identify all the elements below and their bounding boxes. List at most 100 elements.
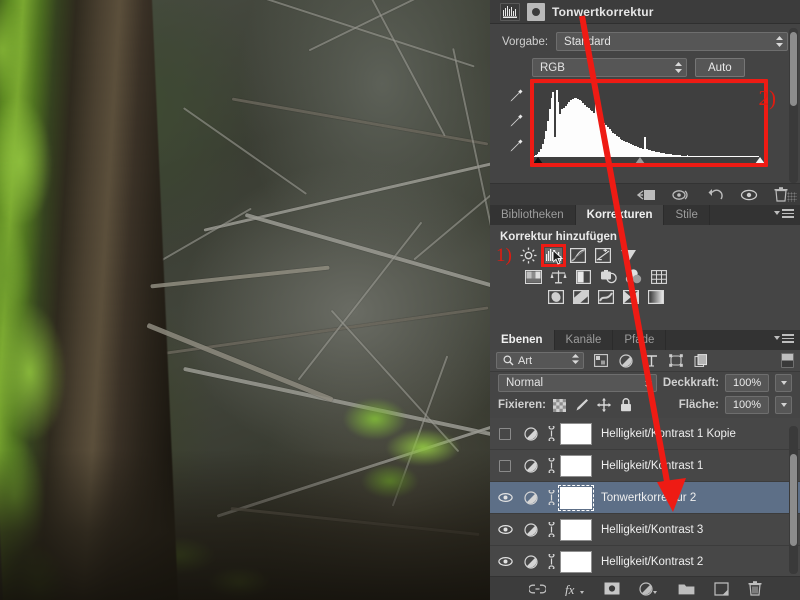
channel-mixer-icon[interactable] [624,268,643,285]
lock-row: Fixieren: Fläche: 100% [490,394,800,416]
brightness-contrast-icon[interactable] [519,247,538,264]
preview-previous-state-icon[interactable] [672,188,692,202]
layer-mask-thumbnail[interactable] [558,484,594,511]
auto-button[interactable]: Auto [695,58,745,77]
black-input-slider[interactable] [533,157,543,164]
black-point-eyedropper[interactable] [508,88,524,104]
layer-mask-link-icon[interactable] [542,426,560,441]
clip-to-layer-icon[interactable] [636,188,656,202]
posterize-icon[interactable] [571,288,590,305]
invert-icon[interactable] [546,288,565,305]
new-adjustment-layer-icon[interactable] [638,581,659,596]
tab-korrekturen[interactable]: Korrekturen [575,205,665,225]
layer-mask-thumbnail[interactable] [560,550,592,573]
adjustment-layer-thumbnail[interactable] [520,554,542,569]
threshold-icon[interactable] [596,288,615,305]
lock-transparent-pixels-icon[interactable] [552,397,568,413]
lock-image-pixels-icon[interactable] [574,397,590,413]
blend-mode-select[interactable]: Normal [498,374,657,392]
layer-row[interactable]: Helligkeit/Kontrast 1 Kopie [490,418,800,450]
gradient-map-icon[interactable] [646,288,665,305]
histogram-bars [533,90,765,158]
layer-visibility-eye-icon[interactable] [490,524,520,535]
stepper-caret-icon [572,354,579,367]
fill-label: Fläche: [678,399,719,411]
levels-histogram[interactable] [530,84,768,164]
lock-position-icon[interactable] [596,397,612,413]
hue-saturation-icon[interactable] [524,268,543,285]
layer-style-fx-icon[interactable]: fx [565,582,585,596]
type-layer-filter-icon[interactable] [643,353,659,368]
shape-layer-filter-icon[interactable] [668,353,684,368]
fill-dropdown-icon[interactable] [775,396,792,414]
lock-all-icon[interactable] [618,397,634,413]
document-canvas[interactable] [0,0,490,600]
white-input-slider[interactable] [755,157,765,164]
tab-pfade[interactable]: Pfade [613,330,667,350]
new-layer-icon[interactable] [713,581,729,596]
adjustment-layer-thumbnail[interactable] [520,426,542,441]
layer-mask-link-icon[interactable] [542,490,560,505]
layer-row[interactable]: Tonwertkorrektur 2 [490,482,800,514]
adjustment-layer-filter-icon[interactable] [618,353,634,368]
properties-scrollbar[interactable] [789,28,798,183]
gamma-input-slider[interactable] [635,157,646,164]
new-group-icon[interactable] [678,582,695,595]
layer-mask-link-icon[interactable] [542,458,560,473]
tab-bibliotheken[interactable]: Bibliotheken [490,205,576,225]
exposure-icon[interactable] [594,247,613,264]
smart-object-filter-icon[interactable] [693,353,709,368]
resize-grip[interactable] [787,192,797,202]
black-white-icon[interactable] [574,268,593,285]
fill-value[interactable]: 100% [725,396,769,414]
link-layers-icon[interactable] [528,583,546,595]
tab-ebenen[interactable]: Ebenen [490,330,555,350]
white-point-eyedropper[interactable] [508,138,524,154]
toggle-layer-visibility-icon[interactable] [740,188,758,202]
filter-enable-toggle[interactable] [781,353,794,368]
panel-menu-icon[interactable] [774,334,794,343]
input-levels-sliders[interactable] [533,157,765,164]
vibrance-icon[interactable] [619,247,638,264]
layer-mask-thumbnail[interactable] [560,518,592,541]
color-lookup-icon[interactable] [649,268,668,285]
color-balance-icon[interactable] [549,268,568,285]
reset-icon[interactable] [708,188,724,202]
opacity-dropdown-icon[interactable] [775,374,792,392]
panel-dock: Tonwertkorrektur Vorgabe: Standard RGB A… [490,0,800,600]
panel-menu-icon[interactable] [774,209,794,218]
delete-layer-icon[interactable] [748,581,762,596]
layer-visibility-off-box[interactable] [490,459,520,472]
adjustment-layer-thumbnail[interactable] [520,522,542,537]
add-layer-mask-icon[interactable] [604,582,620,595]
channel-select[interactable]: RGB [532,58,687,77]
tab-kanaele[interactable]: Kanäle [555,330,614,350]
layer-mask-thumbnail[interactable] [560,454,592,477]
layer-visibility-off-box[interactable] [490,427,520,440]
adjustment-layer-thumbnail[interactable] [520,490,542,505]
layer-mask-link-icon[interactable] [542,522,560,537]
channel-value: RGB [540,61,565,74]
pixel-layer-filter-icon[interactable] [593,353,609,368]
channel-row: RGB Auto [502,58,788,77]
layers-scrollbar[interactable] [789,426,798,574]
photo-filter-icon[interactable] [599,268,618,285]
adjustment-layer-thumbnail[interactable] [520,458,542,473]
curves-icon[interactable] [569,247,588,264]
opacity-value[interactable]: 100% [725,374,770,392]
layer-mask-thumbnail[interactable] [560,422,592,445]
layer-mask-link-icon[interactable] [542,554,560,569]
layer-visibility-eye-icon[interactable] [490,492,520,503]
gray-point-eyedropper[interactable] [508,113,524,129]
preset-select[interactable]: Standard [556,32,788,51]
layer-list[interactable]: Helligkeit/Kontrast 1 Kopie Helligkeit/Ko… [490,418,800,578]
layer-row[interactable]: Helligkeit/Kontrast 2 [490,546,800,578]
levels-icon[interactable] [540,244,566,267]
layer-row[interactable]: Helligkeit/Kontrast 1 [490,450,800,482]
delete-adjustment-layer-icon[interactable] [774,187,788,202]
filter-kind-select[interactable]: Art [496,352,584,369]
selective-color-icon[interactable] [621,288,640,305]
layer-visibility-eye-icon[interactable] [490,556,520,567]
tab-stile[interactable]: Stile [664,205,710,225]
layer-row[interactable]: Helligkeit/Kontrast 3 [490,514,800,546]
